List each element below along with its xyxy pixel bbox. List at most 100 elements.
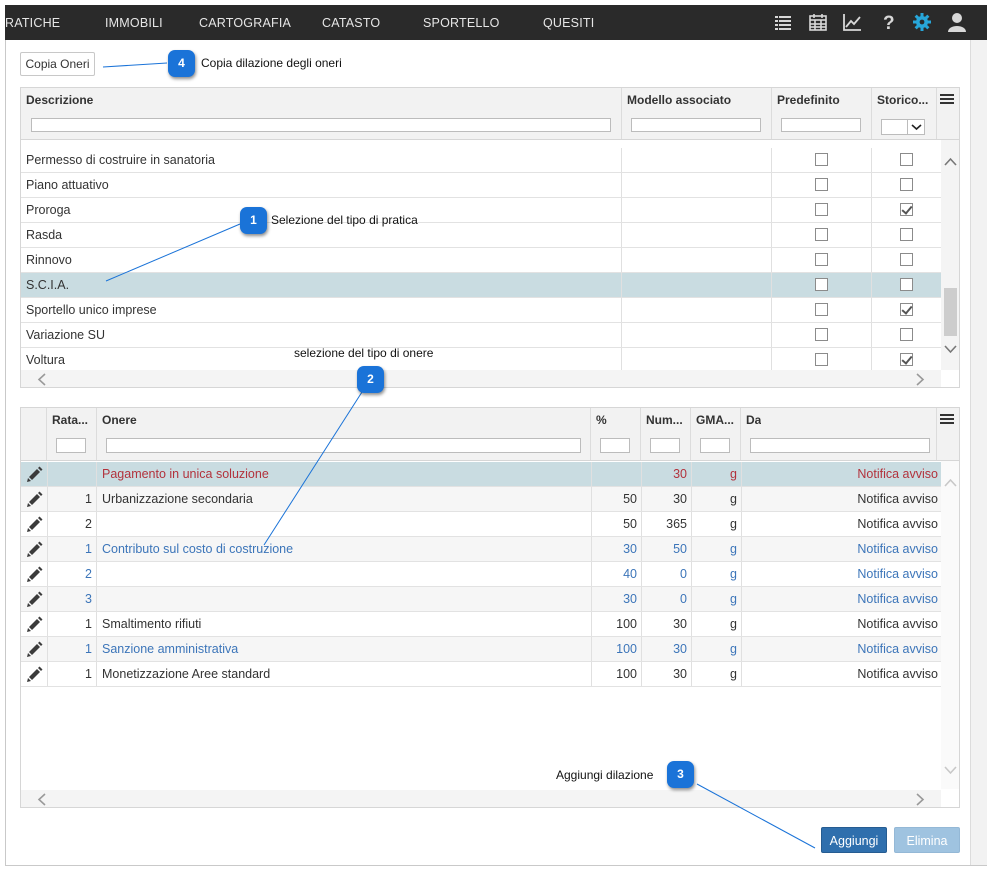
chart-line-icon[interactable] <box>841 11 863 33</box>
grid-vertical-scrollbar[interactable] <box>941 461 959 789</box>
filter-modello-input[interactable] <box>631 118 761 132</box>
table-row[interactable]: 1 Sanzione amministrativa 100 30 g Notifica a… <box>21 637 941 662</box>
storico-checkbox[interactable] <box>900 278 913 291</box>
table-row[interactable]: Permesso di costruire in sanatoria <box>21 148 941 173</box>
edit-pencil-icon[interactable] <box>26 666 43 683</box>
cell-rata: 1 <box>85 667 92 681</box>
table-row[interactable]: 2 50 365 g Notifica avviso <box>21 512 941 537</box>
table-row[interactable]: Sportello unico imprese <box>21 298 941 323</box>
edit-pencil-icon[interactable] <box>26 541 43 558</box>
predefinito-checkbox[interactable] <box>815 303 828 316</box>
edit-pencil-icon[interactable] <box>26 516 43 533</box>
nav-item-cartografia[interactable]: CARTOGRAFIA <box>199 16 291 30</box>
filter-predefinito-input[interactable] <box>781 118 861 132</box>
column-header-numero[interactable]: Num... <box>646 413 683 427</box>
cell-modello <box>626 248 766 272</box>
nav-item-immobili[interactable]: IMMOBILI <box>105 16 163 30</box>
column-header-rata[interactable]: Rata... <box>52 413 88 427</box>
table-row[interactable]: 1 Urbanizzazione secondaria 50 30 g Notifica … <box>21 487 941 512</box>
nav-item-sportello[interactable]: SPORTELLO <box>423 16 500 30</box>
filter-storico-select[interactable] <box>881 119 925 135</box>
storico-checkbox[interactable] <box>900 178 913 191</box>
table-row[interactable]: S.C.I.A. <box>21 273 941 298</box>
table-row[interactable]: Voltura <box>21 348 941 371</box>
calendar-icon[interactable] <box>807 11 829 33</box>
filter-numero-input[interactable] <box>650 438 680 453</box>
storico-checkbox[interactable] <box>900 353 913 366</box>
predefinito-checkbox[interactable] <box>815 278 828 291</box>
predefinito-checkbox[interactable] <box>815 228 828 241</box>
filter-da-input[interactable] <box>750 438 930 453</box>
scroll-up-icon[interactable] <box>944 156 957 168</box>
table-row[interactable]: 1 Contributo sul costo di costruzione 30 50… <box>21 537 941 562</box>
grid-horizontal-scrollbar[interactable] <box>21 370 941 387</box>
edit-pencil-icon[interactable] <box>26 466 43 483</box>
predefinito-checkbox[interactable] <box>815 353 828 366</box>
filter-onere-input[interactable] <box>106 438 581 453</box>
help-icon[interactable]: ? <box>878 11 900 33</box>
storico-checkbox[interactable] <box>900 228 913 241</box>
grid-menu-icon[interactable] <box>938 412 956 428</box>
gear-icon[interactable] <box>911 11 933 33</box>
table-row[interactable]: Proroga <box>21 198 941 223</box>
filter-gma-input[interactable] <box>700 438 730 453</box>
predefinito-checkbox[interactable] <box>815 253 828 266</box>
nav-item-catasto[interactable]: CATASTO <box>322 16 380 30</box>
scroll-left-icon[interactable] <box>37 793 46 807</box>
scroll-up-icon[interactable] <box>944 477 957 489</box>
column-header-gma[interactable]: GMA... <box>696 413 734 427</box>
copy-oneri-button[interactable]: Copia Oneri <box>20 52 95 76</box>
scroll-right-icon[interactable] <box>916 373 925 387</box>
table-row[interactable]: Variazione SU <box>21 323 941 348</box>
scroll-left-icon[interactable] <box>37 373 46 387</box>
column-header-percentuale[interactable]: % <box>596 413 607 427</box>
storico-checkbox[interactable] <box>900 253 913 266</box>
grid-vertical-scrollbar[interactable] <box>941 140 959 370</box>
nav-item-quesiti[interactable]: QUESITI <box>543 16 594 30</box>
table-row[interactable]: Piano attuativo <box>21 173 941 198</box>
grid-body: Permesso di costruire in sanatoria Piano … <box>21 148 941 371</box>
user-icon[interactable] <box>946 11 968 33</box>
table-row[interactable]: 2 40 0 g Notifica avviso <box>21 562 941 587</box>
grid-horizontal-scrollbar[interactable] <box>21 790 941 807</box>
edit-pencil-icon[interactable] <box>26 591 43 608</box>
column-header-onere[interactable]: Onere <box>102 413 137 427</box>
scroll-down-icon[interactable] <box>944 344 957 356</box>
predefinito-checkbox[interactable] <box>815 153 828 166</box>
table-row[interactable]: Rinnovo <box>21 248 941 273</box>
predefinito-checkbox[interactable] <box>815 328 828 341</box>
column-header-modello[interactable]: Modello associato <box>627 93 731 107</box>
scroll-thumb[interactable] <box>944 288 957 336</box>
edit-pencil-icon[interactable] <box>26 491 43 508</box>
cell-da: Notifica avviso <box>857 467 938 481</box>
table-row[interactable]: Pagamento in unica soluzione 30 g Notifica … <box>21 462 941 487</box>
nav-item-pratiche[interactable]: RATICHE <box>5 16 60 30</box>
predefinito-checkbox[interactable] <box>815 178 828 191</box>
edit-pencil-icon[interactable] <box>26 616 43 633</box>
predefinito-checkbox[interactable] <box>815 203 828 216</box>
storico-checkbox[interactable] <box>900 303 913 316</box>
scroll-right-icon[interactable] <box>916 793 925 807</box>
delete-button[interactable]: Elimina <box>894 827 960 853</box>
column-header-descrizione[interactable]: Descrizione <box>26 93 93 107</box>
edit-pencil-icon[interactable] <box>26 641 43 658</box>
list-icon[interactable] <box>772 11 794 33</box>
filter-descrizione-input[interactable] <box>31 118 611 132</box>
table-row[interactable]: 1 Monetizzazione Aree standard 100 30 g Notif… <box>21 662 941 687</box>
filter-percentuale-input[interactable] <box>600 438 630 453</box>
scroll-down-icon[interactable] <box>944 765 957 777</box>
panel-scrollbar[interactable] <box>970 40 987 865</box>
grid-menu-icon[interactable] <box>938 92 956 108</box>
table-row[interactable]: Rasda <box>21 223 941 248</box>
storico-checkbox[interactable] <box>900 153 913 166</box>
column-header-da[interactable]: Da <box>746 413 761 427</box>
filter-rata-input[interactable] <box>56 438 86 453</box>
table-row[interactable]: 3 30 0 g Notifica avviso <box>21 587 941 612</box>
column-header-storico[interactable]: Storico... <box>877 93 928 107</box>
column-header-predefinito[interactable]: Predefinito <box>777 93 840 107</box>
storico-checkbox[interactable] <box>900 328 913 341</box>
add-button[interactable]: Aggiungi <box>821 827 887 853</box>
storico-checkbox[interactable] <box>900 203 913 216</box>
table-row[interactable]: 1 Smaltimento rifiuti 100 30 g Notifica avvis… <box>21 612 941 637</box>
edit-pencil-icon[interactable] <box>26 566 43 583</box>
